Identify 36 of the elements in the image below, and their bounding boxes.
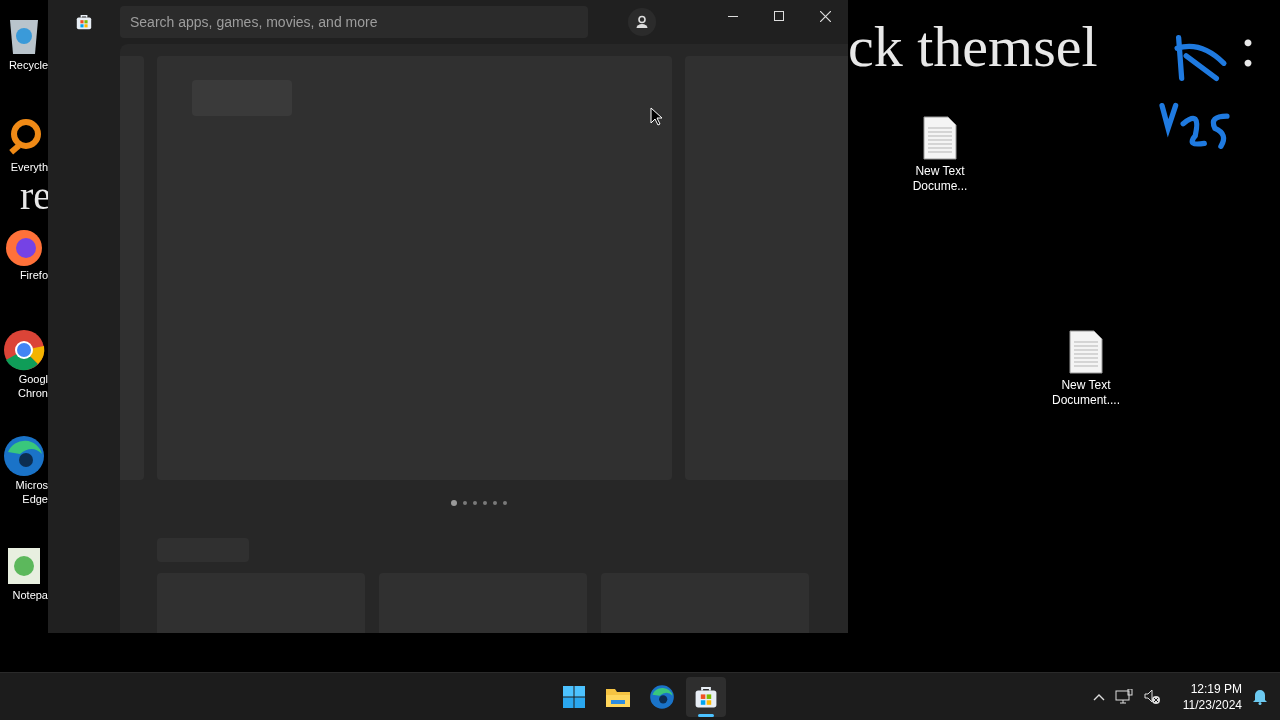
desktop-icon-label[interactable]: Googl bbox=[18, 372, 48, 386]
edge-icon bbox=[2, 434, 46, 478]
close-icon bbox=[819, 10, 831, 22]
desktop-icon-label[interactable]: Recycle bbox=[8, 58, 48, 72]
muted-speaker-icon[interactable] bbox=[1142, 688, 1161, 705]
desktop-wallpaper-text: re bbox=[20, 176, 52, 216]
desktop-wallpaper-text: : bbox=[1240, 18, 1257, 76]
clock-time[interactable]: 12:19 PM bbox=[1190, 680, 1242, 697]
edge-icon bbox=[649, 683, 675, 710]
bell-icon[interactable] bbox=[1252, 688, 1268, 705]
text-file-icon bbox=[1068, 330, 1104, 374]
maximize-icon bbox=[774, 11, 784, 21]
desktop-icon-label[interactable]: Chron bbox=[18, 386, 48, 400]
search-field[interactable]: Search apps, games, movies, and more bbox=[120, 6, 588, 38]
desktop-icon-label[interactable]: Document.... bbox=[1052, 393, 1120, 408]
text-file-icon bbox=[922, 116, 958, 160]
desktop-icon-label[interactable]: Docume... bbox=[912, 179, 968, 194]
desktop-icon-label[interactable]: New Text bbox=[1061, 378, 1111, 393]
desktop-icon-label[interactable]: Firefo bbox=[19, 268, 48, 282]
desktop-icon-label[interactable]: Edge bbox=[22, 492, 48, 506]
person-icon bbox=[635, 15, 649, 29]
mouse-pointer-icon bbox=[650, 107, 662, 126]
chevron-up-icon[interactable] bbox=[1092, 692, 1105, 701]
account-button[interactable] bbox=[628, 8, 656, 36]
minimize-icon bbox=[728, 15, 738, 17]
desktop-icon-label[interactable]: Everyth bbox=[10, 160, 48, 174]
clock-date[interactable]: 11/23/2024 bbox=[1182, 696, 1242, 713]
windows-logo-icon bbox=[562, 684, 586, 709]
desktop-icon-label[interactable]: Notepa bbox=[12, 588, 48, 602]
desktop-wallpaper-text: ck themsel bbox=[848, 18, 1098, 76]
chrome-icon bbox=[2, 328, 46, 372]
network-icon[interactable] bbox=[1114, 688, 1133, 705]
taskbar-app[interactable] bbox=[686, 676, 726, 717]
store-icon bbox=[75, 13, 93, 31]
desktop-icon-label[interactable]: New Text bbox=[915, 164, 965, 179]
desktop-icon-label[interactable]: Micros bbox=[15, 478, 48, 492]
